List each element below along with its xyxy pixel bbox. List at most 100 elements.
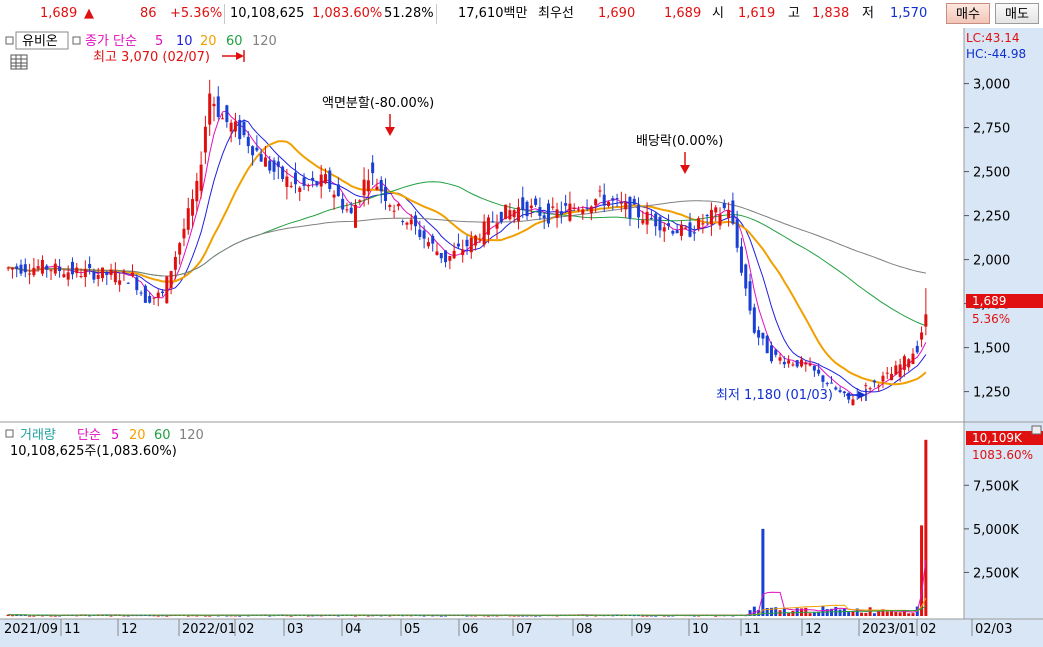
date-axis-label: 12 [121,622,138,637]
candle-body [795,360,799,367]
candle-body [135,277,139,291]
candle-body [765,335,769,354]
date-axis-label: 02 [920,622,937,637]
high-annotation: 최고 3,070 (02/07) [93,50,210,65]
candle-body [96,274,100,279]
candle-body [649,218,653,220]
candle-body [555,209,559,218]
candle-body [203,126,207,153]
candle-body [512,210,516,218]
candle-body [328,170,332,189]
volume-bar [186,615,190,617]
candle-body [131,272,135,276]
candle-body [499,211,503,222]
price-axis-label: 3,000 [973,78,1010,93]
close-icon[interactable] [1031,425,1042,435]
candle-body [744,264,748,289]
candle-body [538,207,542,216]
candle-body [542,215,546,219]
candle-body [675,230,679,234]
candle-body [671,230,675,234]
volume-axis-label: 2,500K [973,566,1019,581]
split-annotation: 액면분할(-80.00%) [322,96,434,111]
stock-chart[interactable]: 3,0002,7502,5002,2502,0001,7501,5001,250… [0,28,1043,647]
date-axis-label: 09 [635,622,652,637]
candle-body [405,222,409,225]
candle-body [534,198,538,205]
candle-body [216,96,220,117]
candle-body [225,105,229,123]
candle-body [654,213,658,227]
current-pct-tag: 5.36% [972,312,1010,326]
candle-body [825,383,829,385]
candle-body [354,204,358,228]
price-change-pct: +5.36% [170,6,223,21]
candle-body [469,237,473,253]
candle-body [332,194,336,198]
candle-body [118,280,122,285]
buy-button[interactable]: 매수 [946,3,990,24]
volume-ratio: 1,083.60% [312,6,383,21]
sell-button[interactable]: 매도 [995,3,1039,24]
candle-body [872,380,876,383]
volume-bar [860,612,864,616]
candle-body [667,223,671,226]
grid-table-icon[interactable] [10,54,28,70]
candle-body [907,359,911,368]
low-label: 저 [862,6,874,21]
candle-body [233,121,237,132]
candle-body [486,217,490,235]
candle-body [88,264,92,269]
candle-body [568,203,572,221]
candle-body [602,194,606,206]
volume-bar [894,612,898,616]
candle-body [864,385,868,387]
candle-body [628,197,632,219]
candle-body [576,209,580,211]
volume-bar [911,613,915,616]
legend-ma20: 20 [200,34,217,49]
candle-body [572,207,576,210]
date-axis-label: 02/03 [975,622,1012,637]
candle-body [156,292,160,298]
candle-body [122,271,126,273]
candle-body [516,207,520,222]
candle-body [212,103,216,107]
date-axis-label: 2021/09 [4,622,58,637]
candle-body [894,365,898,375]
candle-body [195,180,199,202]
volume-bar [847,612,851,616]
volume-tag: 10,109K [972,431,1023,445]
vol-legend-ma5: 5 [111,428,119,443]
volume-bar [366,615,370,617]
candle-body [311,177,315,181]
candle-body [808,364,812,366]
candle-body [769,345,773,362]
candle-body [782,361,786,365]
candle-body [546,203,550,224]
volume-bar [714,615,718,617]
candle-body [679,224,683,236]
volume-bar [920,525,924,616]
candle-body [804,362,808,365]
volume-value: 10,108,625 [230,6,305,21]
candle-body [100,267,104,279]
candle-body [281,166,285,179]
candle-body [701,223,705,225]
price-axis-label: 1,250 [973,386,1010,401]
candle-body [362,179,366,196]
candle-body [66,272,70,280]
candle-body [251,146,255,156]
candle-body [388,205,392,208]
date-axis-label: 06 [462,622,479,637]
volume-legend-label: 단순 [77,428,101,443]
candle-body [461,249,465,256]
candle-body [238,119,242,140]
candle-body [619,202,623,204]
candle-body [143,285,147,303]
candle-body [898,364,902,377]
candle-body [637,205,641,218]
candle-body [58,266,62,272]
candle-body [268,160,272,171]
legend-ma60: 60 [226,34,243,49]
